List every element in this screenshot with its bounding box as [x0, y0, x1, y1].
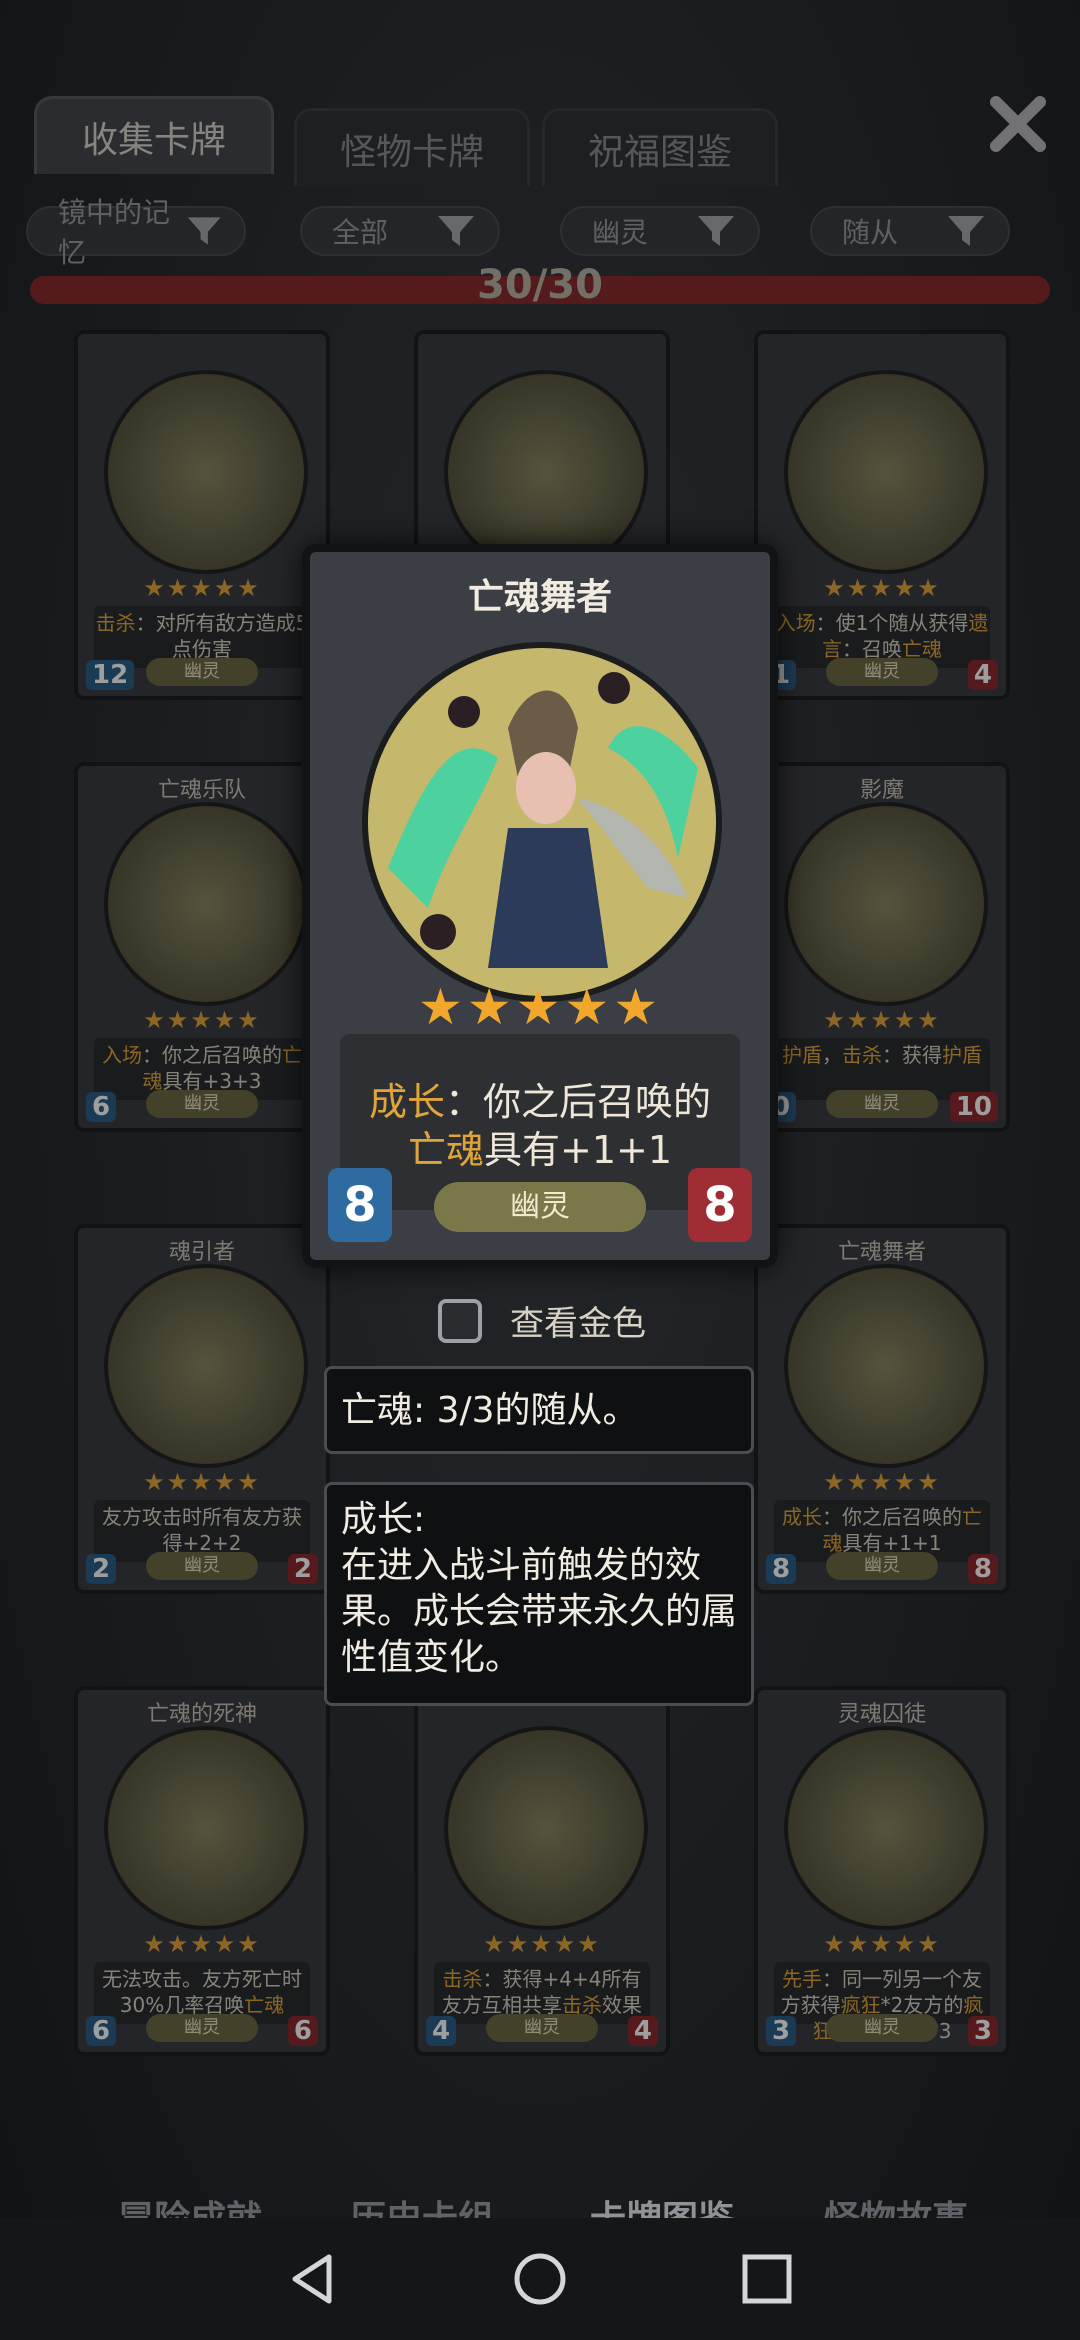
tooltip-wraith: 亡魂: 3/3的随从。 [324, 1366, 754, 1454]
gold-checkbox[interactable] [438, 1298, 482, 1343]
selected-card-tribe: 幽灵 [434, 1182, 646, 1232]
view-gold-toggle[interactable]: 查看金色 [438, 1296, 646, 1345]
system-nav-bar [0, 2218, 1080, 2340]
back-icon[interactable] [285, 2251, 341, 2307]
view-gold-label: 查看金色 [510, 1304, 646, 1344]
selected-card-attack: 8 [328, 1168, 392, 1242]
keyword-wraith: 亡魂 [407, 1128, 484, 1172]
home-icon[interactable] [512, 2251, 568, 2307]
selected-card-stars: ★★★★★ [417, 978, 663, 1036]
desc-text: 具有+1+1 [483, 1128, 673, 1172]
selected-card: 亡魂舞者 ★★★★★ 成长：你之后召唤的 亡魂具有+1+1 8 幽灵 8 [302, 544, 778, 1268]
selected-card-health: 8 [688, 1168, 752, 1242]
desc-text: ：你之后召唤的 [445, 1080, 712, 1124]
selected-card-name: 亡魂舞者 [467, 577, 612, 618]
selected-card-art [362, 642, 722, 1002]
recents-icon[interactable] [739, 2251, 795, 2307]
tooltip-growth: 成长: 在进入战斗前触发的效果。成长会带来永久的属性值变化。 [324, 1482, 754, 1706]
keyword-growth: 成长 [368, 1080, 445, 1124]
